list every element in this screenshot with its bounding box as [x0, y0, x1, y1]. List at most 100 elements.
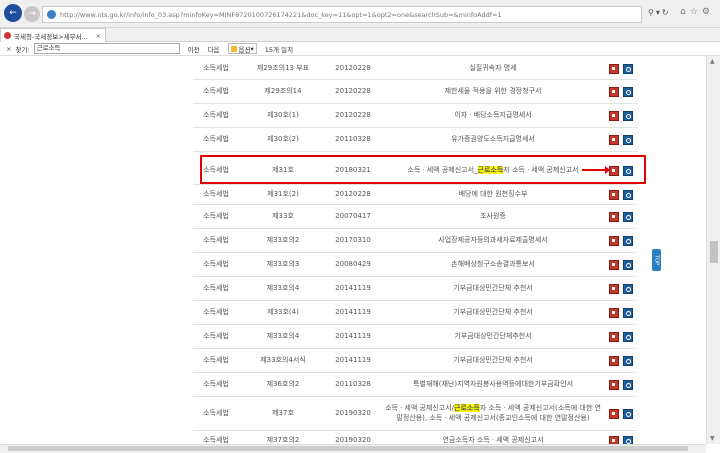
table-row: 소득세법 제33호의4 20141119 기부금대상민간단체추천서 [193, 324, 637, 349]
form-title: 유가증권양도소득지급명세서 [451, 135, 535, 143]
form-list: 소득세법 제29조의13 부표 20120228 실질귀속자 명세 소득세법 제29조의1… [0, 56, 706, 444]
law-name: 소득세법 [203, 308, 229, 316]
url-field[interactable]: http://www.nts.go.kr/info/info_03.asp?mi… [42, 6, 642, 23]
back-button[interactable]: ← [4, 4, 22, 22]
magnifier-icon[interactable] [623, 332, 633, 342]
find-options-button[interactable]: 옵션 ▾ [227, 43, 257, 54]
table-row: 소득세법 제31호(2) 20120228 배당에 대한 원천징수부 [193, 184, 637, 205]
law-name: 소득세법 [203, 212, 229, 220]
forward-button[interactable]: → [24, 6, 40, 22]
law-name: 소득세법 [203, 409, 229, 417]
pdf-icon[interactable] [609, 380, 619, 390]
side-top-tab[interactable]: TOP [652, 249, 661, 271]
star-icon[interactable]: ☆ [690, 7, 702, 17]
scroll-up-icon[interactable]: ▲ [710, 58, 715, 65]
form-title: 실질귀속자 명세 [469, 63, 517, 72]
url-text[interactable]: http://www.nts.go.kr/info/info_03.asp?mi… [60, 11, 502, 19]
magnifier-icon[interactable] [623, 284, 633, 294]
pdf-icon[interactable] [609, 260, 619, 270]
law-name: 소득세법 [203, 436, 229, 444]
pdf-icon[interactable] [609, 436, 619, 444]
close-icon[interactable]: × [6, 45, 11, 53]
magnifier-icon[interactable] [623, 236, 633, 246]
magnifier-icon[interactable] [623, 409, 633, 419]
table-row: 소득세법 제30호(2) 20110328 유가증권양도소득지급명세서 [193, 127, 637, 152]
magnifier-icon[interactable] [623, 436, 633, 444]
find-bar: × 찾기: 근로소득 이전 다음 옵션 ▾ 15개 일치 [0, 42, 720, 56]
site-favicon-icon [4, 32, 11, 39]
magnifier-icon[interactable] [623, 356, 633, 366]
table-row: 소득세법 제33호의2 20170310 사업장제공자등의과세자료제출명세서 [193, 228, 637, 253]
form-title: 배당에 대한 원천징수부 [458, 190, 528, 198]
horizontal-scroll-thumb[interactable] [8, 446, 688, 451]
pdf-icon[interactable] [609, 190, 619, 200]
browser-tab[interactable]: 국세청-국세정보>세무서... × [0, 28, 106, 42]
gear-icon[interactable]: ⚙ [702, 7, 714, 17]
magnifier-icon[interactable] [623, 380, 633, 390]
form-number: 제31호(2) [267, 190, 299, 198]
pdf-icon[interactable] [609, 284, 619, 294]
form-title: 소득ㆍ세액 공제신고서/근로소득자 소득ㆍ세액 공제신고서(소득에 대한 연말정… [383, 396, 603, 430]
form-title: 제한세율 적용을 위한 경정청구서 [444, 87, 542, 95]
form-title: 조사원증 [480, 212, 506, 220]
pdf-icon[interactable] [609, 212, 619, 222]
revision-date: 20080429 [335, 260, 371, 268]
table-row: 소득세법 제37호의2 20190320 연금소득자 소득ㆍ세액 공제신고서 [193, 430, 637, 444]
pdf-icon[interactable] [609, 356, 619, 366]
law-name: 소득세법 [203, 190, 229, 198]
law-name: 소득세법 [203, 63, 229, 72]
table-row: 소득세법 제33호 20070417 조사원증 [193, 204, 637, 229]
law-name: 소득세법 [203, 356, 229, 364]
annotation-highlight-box [200, 155, 646, 184]
chevron-down-icon: ▾ [250, 44, 254, 53]
magnifier-icon[interactable] [623, 308, 633, 318]
magnifier-icon[interactable] [623, 111, 633, 121]
find-input[interactable]: 근로소득 [33, 43, 180, 54]
table-row: 소득세법 제33호의4서식 20141119 기부금대상민간단체 추천서 [193, 348, 637, 373]
refresh-icon[interactable]: ↻ [662, 8, 671, 17]
scroll-down-icon[interactable]: ▼ [710, 435, 715, 442]
law-name: 소득세법 [203, 284, 229, 292]
form-number: 제30호(1) [267, 111, 299, 119]
revision-date: 20141119 [335, 356, 371, 364]
pdf-icon[interactable] [609, 332, 619, 342]
pdf-icon[interactable] [609, 111, 619, 121]
form-title-part: 소득ㆍ세액 공제신고서/ [385, 404, 455, 412]
home-icon[interactable]: ⌂ [680, 7, 690, 17]
search-icon[interactable]: ⚲ [648, 8, 656, 17]
pdf-icon[interactable] [609, 87, 619, 97]
form-number: 제33호의2 [266, 236, 300, 244]
form-title: 사업장제공자등의과세자료제출명세서 [438, 236, 548, 244]
pdf-icon[interactable] [609, 409, 619, 419]
law-name: 소득세법 [203, 135, 229, 143]
address-bar: ← → http://www.nts.go.kr/info/info_03.as… [0, 0, 720, 28]
find-prev-button[interactable]: 이전 [188, 44, 200, 54]
form-number: 제33호의4서식 [260, 356, 306, 364]
magnifier-icon[interactable] [623, 135, 633, 145]
law-name: 소득세법 [203, 332, 229, 340]
vertical-scrollbar[interactable]: ▲ ▼ [706, 56, 720, 444]
magnifier-icon[interactable] [623, 63, 633, 74]
pdf-icon[interactable] [609, 308, 619, 318]
form-title: 기부금대상민간단체추천서 [454, 332, 532, 340]
pdf-icon[interactable] [609, 135, 619, 145]
forward-arrow-icon: → [28, 9, 36, 19]
revision-date: 20110328 [335, 135, 371, 143]
table-row: 소득세법 제29조의13 부표 20120228 실질귀속자 명세 [193, 56, 637, 80]
pdf-icon[interactable] [609, 236, 619, 246]
revision-date: 20190320 [335, 409, 371, 417]
magnifier-icon[interactable] [623, 260, 633, 270]
vertical-scroll-thumb[interactable] [710, 241, 718, 263]
magnifier-icon[interactable] [623, 212, 633, 222]
revision-date: 20141119 [335, 284, 371, 292]
magnifier-icon[interactable] [623, 87, 633, 97]
form-title: 특별재해(재난)지역자원봉사용역등에대한기부금확인서 [412, 380, 574, 388]
form-number: 제30호(2) [267, 135, 299, 143]
url-tools: ⚲▾↻ [648, 8, 671, 17]
form-title: 연금소득자 소득ㆍ세액 공제신고서 [442, 436, 544, 444]
law-name: 소득세법 [203, 380, 229, 388]
find-next-button[interactable]: 다음 [208, 44, 220, 54]
pdf-icon[interactable] [609, 63, 619, 74]
close-icon[interactable]: × [96, 32, 101, 40]
magnifier-icon[interactable] [623, 190, 633, 200]
